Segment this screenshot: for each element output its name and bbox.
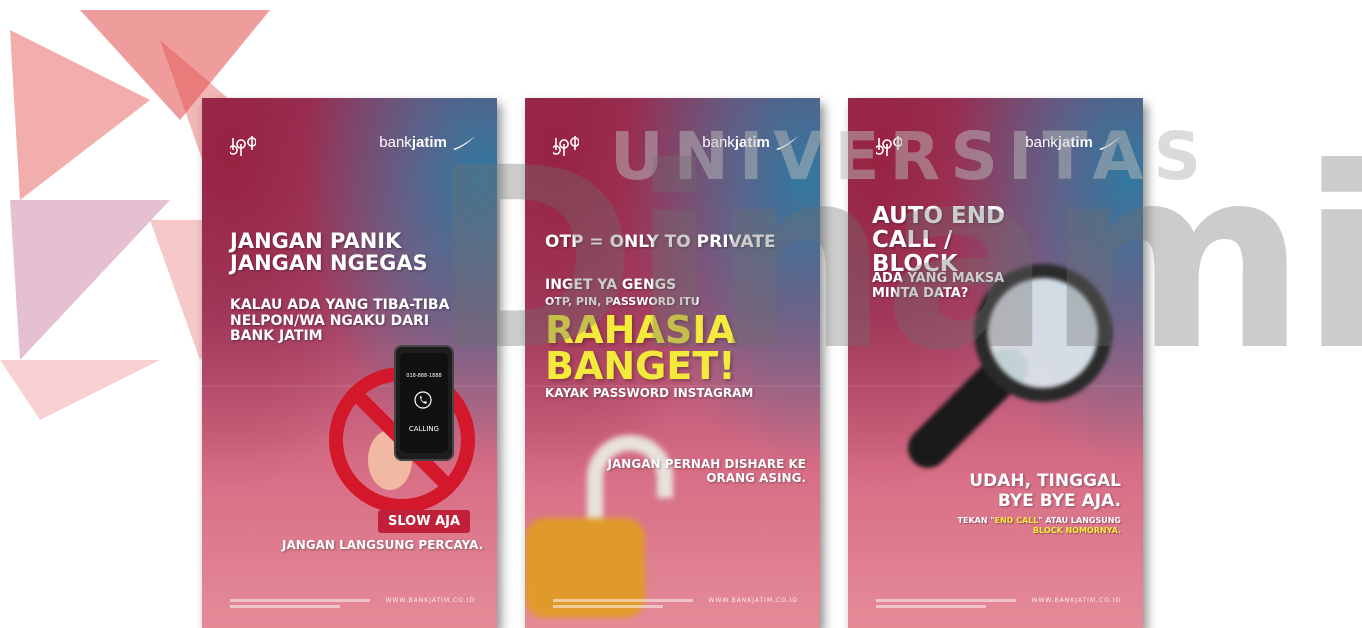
bottom-text: JANGAN LANGSUNG PERCAYA. [282, 538, 484, 552]
tekan-pre: TEKAN " [957, 516, 995, 525]
udah-tinggal: UDAH, TINGGAL BYE BYE AJA. [969, 471, 1121, 511]
bank-prefix: bank [379, 134, 412, 151]
phone-calling: CALLING [408, 425, 440, 433]
bpd-logo-icon [230, 136, 256, 156]
footer-disclaimer [230, 599, 380, 608]
slow-aja-badge: SLOW AJA [378, 510, 471, 533]
tekan-end-call: TEKAN "END CALL" ATAU LANGSUNG BLOCK NOM… [901, 516, 1121, 537]
end-call-highlight: END CALL [994, 516, 1039, 525]
jangan-pernah-dishare: JANGAN PERNAH DISHARE KE ORANG ASING. [607, 457, 806, 486]
headline: JANGAN PANIK JANGAN NGEGAS [230, 229, 428, 276]
footer-disclaimer [876, 599, 1026, 608]
footer-url: WWW.BANKJATIM.CO.ID [708, 597, 798, 604]
padlock-icon [525, 435, 673, 618]
watermark-dinamika: Dinamika [430, 114, 1362, 405]
subheadline: KALAU ADA YANG TIBA-TIBA NELPON/WA NGAKU… [230, 297, 450, 345]
block-highlight: BLOCK NOMORNYA. [1032, 526, 1121, 536]
footer-disclaimer [553, 599, 703, 608]
tekan-mid: " ATAU LANGSUNG [1038, 516, 1121, 525]
footer-url: WWW.BANKJATIM.CO.ID [1031, 597, 1121, 604]
footer-url: WWW.BANKJATIM.CO.ID [385, 597, 475, 604]
